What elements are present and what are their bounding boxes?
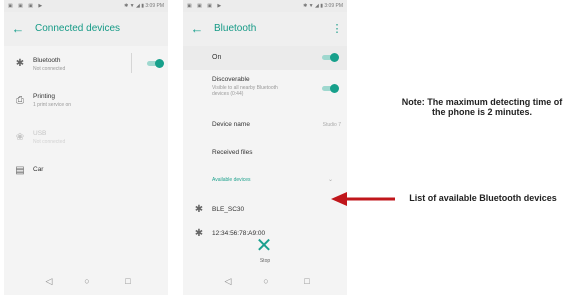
bluetooth-device-icon: ✱ — [194, 204, 204, 215]
back-arrow-icon[interactable]: ← — [189, 21, 205, 37]
recents-nav-icon[interactable]: □ — [121, 274, 135, 288]
phone-connected-devices: ▣ ▣ ▣ ▶ ✱ ▼ ◢ ▮ 3:09 PM ← Connected devi… — [4, 0, 168, 295]
available-devices-label: Available devices — [212, 177, 251, 183]
status-notification-icons: ▣ ▣ ▣ ▶ — [8, 3, 45, 9]
bluetooth-toggle[interactable] — [146, 59, 164, 68]
car-item[interactable]: ▤ Car — [4, 160, 168, 182]
car-icon: ▤ — [15, 165, 25, 176]
recents-nav-icon[interactable]: □ — [300, 274, 314, 288]
back-arrow-icon[interactable]: ← — [10, 21, 26, 37]
received-files-label: Received files — [212, 149, 253, 156]
phone-bluetooth: ▣ ▣ ▣ ▶ ✱ ▼ ◢ ▮ 3:09 PM ← Bluetooth ⋮ On… — [183, 0, 347, 295]
back-nav-icon[interactable]: ◁ — [221, 274, 235, 288]
navigation-bar: ◁ ○ □ — [183, 268, 347, 295]
arrow-shaft — [345, 197, 395, 201]
stop-label[interactable]: Stop — [183, 258, 347, 264]
usb-label: USB — [33, 130, 47, 137]
printing-label: Printing — [33, 93, 56, 100]
caret-icon: ⌄ — [327, 177, 333, 183]
arrow-head — [331, 192, 347, 206]
printing-status: 1 print service on — [33, 102, 72, 108]
discoverable-description: Visible to all nearby Bluetooth devices … — [212, 85, 278, 97]
divider — [131, 53, 132, 73]
usb-item: ❀ USB Not connected — [4, 125, 168, 155]
page-title: Bluetooth — [214, 23, 257, 34]
status-notification-icons: ▣ ▣ ▣ ▶ — [187, 3, 224, 9]
device-name-row[interactable]: Device name Studio 7 — [183, 115, 347, 137]
device-list-note: List of available Bluetooth devices — [409, 193, 557, 203]
more-options-icon[interactable]: ⋮ — [331, 21, 343, 37]
device-name: BLE_SC30 — [212, 206, 245, 213]
usb-status: Not connected — [33, 139, 66, 145]
home-nav-icon[interactable]: ○ — [259, 274, 273, 288]
status-system-icons: ✱ ▼ ◢ ▮ 3:09 PM — [124, 3, 164, 9]
bluetooth-status: Not connected — [33, 66, 66, 72]
discoverable-label: Discoverable — [212, 76, 250, 83]
device-list-item[interactable]: ✱ BLE_SC30 — [183, 198, 347, 222]
bluetooth-master-toggle[interactable] — [321, 53, 339, 62]
navigation-bar: ◁ ○ □ — [4, 268, 168, 295]
stop-icon[interactable]: ✕ — [252, 236, 276, 256]
usb-icon: ❀ — [15, 132, 25, 143]
printer-icon: ⎙ — [16, 95, 24, 106]
on-label: On — [212, 54, 222, 61]
device-name-value: Studio 7 — [322, 122, 341, 128]
home-nav-icon[interactable]: ○ — [80, 274, 94, 288]
printing-item[interactable]: ⎙ Printing 1 print service on — [4, 88, 168, 118]
app-bar: ← Bluetooth ⋮ — [183, 12, 347, 46]
status-system-icons: ✱ ▼ ◢ ▮ 3:09 PM — [303, 3, 343, 9]
car-label: Car — [33, 166, 44, 173]
bluetooth-label: Bluetooth — [33, 57, 61, 64]
device-name-label: Device name — [212, 121, 250, 128]
received-files-row[interactable]: Received files — [183, 143, 347, 165]
app-bar: ← Connected devices — [4, 12, 168, 46]
page-title: Connected devices — [35, 23, 121, 34]
bluetooth-icon: ✱ — [15, 58, 25, 69]
status-bar: ▣ ▣ ▣ ▶ ✱ ▼ ◢ ▮ 3:09 PM — [4, 0, 168, 12]
discoverable-row[interactable]: Discoverable Visible to all nearby Bluet… — [183, 72, 347, 106]
bluetooth-on-row[interactable]: On — [183, 46, 347, 70]
stop-scan-area: ✕ Stop — [183, 236, 347, 268]
back-nav-icon[interactable]: ◁ — [42, 274, 56, 288]
red-arrow-icon — [331, 192, 395, 206]
discoverable-toggle[interactable] — [321, 84, 339, 93]
status-bar: ▣ ▣ ▣ ▶ ✱ ▼ ◢ ▮ 3:09 PM — [183, 0, 347, 12]
detection-time-note: Note: The maximum detecting time of the … — [401, 97, 563, 117]
bluetooth-item[interactable]: ✱ Bluetooth Not connected — [4, 50, 168, 80]
available-devices-header: Available devices ⌄ — [183, 172, 347, 188]
